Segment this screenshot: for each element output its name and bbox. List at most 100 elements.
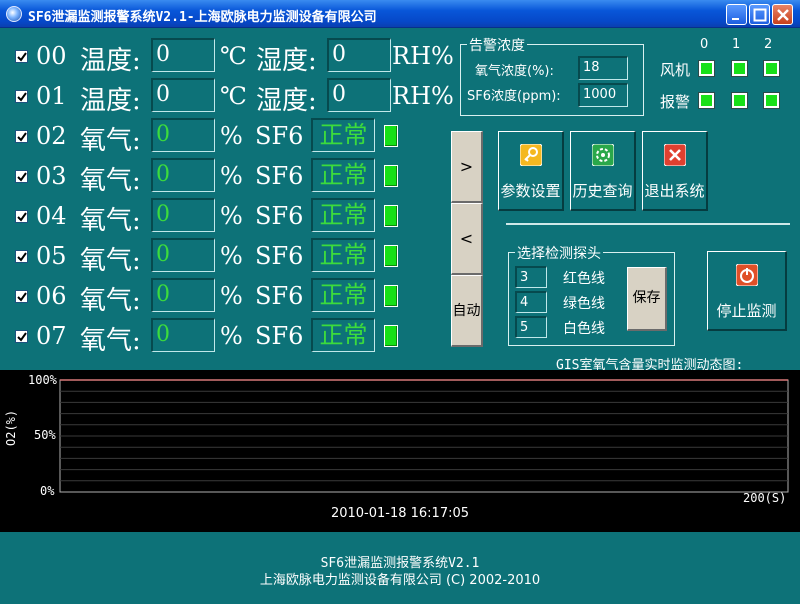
exit-button-label: 退出系统 xyxy=(644,182,705,200)
sensor-id: 01 xyxy=(36,82,67,110)
settings-button[interactable]: 参数设置 xyxy=(498,131,564,211)
probe-red-input[interactable]: 3 xyxy=(515,266,547,288)
sensor-04-checkbox[interactable] xyxy=(15,210,28,223)
sensor-row-03: 03 氧气: 0 % SF6 正常 xyxy=(0,158,450,196)
alarm-threshold-title: 告警浓度 xyxy=(467,35,527,55)
sf6-label: SF6 xyxy=(255,202,304,230)
sensor-00-checkbox[interactable] xyxy=(15,50,28,63)
sf6-label: SF6 xyxy=(255,122,304,150)
sf6-status-led xyxy=(384,325,398,347)
check-icon xyxy=(17,292,27,302)
sensor-03-checkbox[interactable] xyxy=(15,170,28,183)
sf6-status-led xyxy=(384,245,398,267)
check-icon xyxy=(17,252,27,262)
sf6-status: 正常 xyxy=(311,158,375,192)
history-icon xyxy=(591,144,614,166)
sf6-threshold-input[interactable]: 1000 xyxy=(578,83,628,107)
probe-red-label: 红色线 xyxy=(563,271,605,287)
channel-header-0: 0 xyxy=(700,37,709,52)
oxygen-label: 氧气: xyxy=(80,326,141,356)
probe-white-label: 白色线 xyxy=(563,321,605,337)
settings-button-label: 参数设置 xyxy=(500,182,561,200)
history-button[interactable]: 历史查询 xyxy=(570,131,636,211)
sf6-label: SF6 xyxy=(255,322,304,350)
x-end-label: 200(S) xyxy=(743,491,787,505)
probe-white-input[interactable]: 5 xyxy=(515,316,547,338)
title-bar: SF6泄漏监测报警系统V2.1-上海欧脉电力监测设备有限公司 xyxy=(0,0,800,28)
oxygen-unit: % xyxy=(220,242,243,270)
oxygen-label: 氧气: xyxy=(80,126,141,156)
sensor-row-06: 06 氧气: 0 % SF6 正常 xyxy=(0,278,450,316)
key-icon xyxy=(519,144,542,166)
sf6-label: SF6 xyxy=(255,162,304,190)
sensor-06-checkbox[interactable] xyxy=(15,290,28,303)
save-probe-button[interactable]: 保存 xyxy=(627,267,667,331)
alarm-threshold-group: 告警浓度 氧气浓度(%): 18 SF6浓度(ppm): 1000 xyxy=(460,35,644,116)
fan-led-1 xyxy=(732,61,747,76)
sensor-id: 02 xyxy=(36,122,67,150)
sensor-row-05: 05 氧气: 0 % SF6 正常 xyxy=(0,238,450,276)
divider xyxy=(506,223,790,225)
stop-monitoring-button[interactable]: 停止监测 xyxy=(707,251,787,331)
oxygen-label: 氧气: xyxy=(80,286,141,316)
alarm-led-1 xyxy=(732,93,747,108)
oxygen-label: 氧气: xyxy=(80,206,141,236)
temperature-label: 温度: xyxy=(80,86,141,116)
sf6-status: 正常 xyxy=(311,318,375,352)
sensor-id: 05 xyxy=(36,242,67,270)
footer-copyright: 上海欧脉电力监测设备有限公司 (C) 2002-2010 xyxy=(259,573,541,588)
sensor-02-checkbox[interactable] xyxy=(15,130,28,143)
sf6-status: 正常 xyxy=(311,278,375,312)
sf6-status-led xyxy=(384,125,398,147)
sf6-threshold-label: SF6浓度(ppm): xyxy=(467,89,561,104)
oxygen-value: 0 xyxy=(151,238,215,272)
stop-monitoring-label: 停止监测 xyxy=(716,302,777,320)
oxygen-unit: % xyxy=(220,162,243,190)
check-icon xyxy=(17,212,27,222)
close-button[interactable] xyxy=(772,4,793,25)
check-icon xyxy=(17,92,27,102)
sf6-label: SF6 xyxy=(255,242,304,270)
sensor-id: 04 xyxy=(36,202,67,230)
sensor-row-00: 00 温度: 0 ℃ 湿度: 0 RH% xyxy=(0,38,454,76)
auto-button[interactable]: 自动 xyxy=(451,275,483,347)
humidity-label: 湿度: xyxy=(256,46,317,76)
history-button-label: 历史查询 xyxy=(572,182,633,200)
humidity-label: 湿度: xyxy=(256,86,317,116)
probe-green-label: 绿色线 xyxy=(563,296,605,312)
close-icon xyxy=(777,9,789,21)
sensor-row-07: 07 氧气: 0 % SF6 正常 xyxy=(0,318,450,356)
temperature-value: 0 xyxy=(151,38,215,72)
close-icon xyxy=(663,144,686,166)
alarm-led-2 xyxy=(764,93,779,108)
maximize-button[interactable] xyxy=(749,4,770,25)
oxygen-value: 0 xyxy=(151,278,215,312)
fan-led-0 xyxy=(699,61,714,76)
sensor-id: 00 xyxy=(36,42,67,70)
sensor-id: 07 xyxy=(36,322,67,350)
sf6-status-led xyxy=(384,285,398,307)
oxygen-unit: % xyxy=(220,282,243,310)
oxygen-value: 0 xyxy=(151,158,215,192)
minimize-button[interactable] xyxy=(726,4,747,25)
oxygen-unit: % xyxy=(220,122,243,150)
oxygen-label: 氧气: xyxy=(80,166,141,196)
sensor-row-04: 04 氧气: 0 % SF6 正常 xyxy=(0,198,450,236)
maximize-icon xyxy=(753,8,767,22)
o2-threshold-input[interactable]: 18 xyxy=(578,56,628,80)
oxygen-unit: % xyxy=(220,202,243,230)
temperature-unit: ℃ xyxy=(220,42,247,70)
next-page-button[interactable]: > xyxy=(451,131,483,203)
exit-button[interactable]: 退出系统 xyxy=(642,131,708,211)
o2-chart: 100% 50% 0% O2(%) 200(S) 2010-01-18 16:1… xyxy=(0,370,800,532)
probe-green-input[interactable]: 4 xyxy=(515,291,547,313)
sensor-row-01: 01 温度: 0 ℃ 湿度: 0 RH% xyxy=(0,78,454,116)
sensor-05-checkbox[interactable] xyxy=(15,250,28,263)
power-icon xyxy=(735,264,758,286)
sensor-07-checkbox[interactable] xyxy=(15,330,28,343)
chart-timestamp: 2010-01-18 16:17:05 xyxy=(330,506,470,521)
prev-page-button[interactable]: < xyxy=(451,203,483,275)
sf6-label: SF6 xyxy=(255,282,304,310)
check-icon xyxy=(17,172,27,182)
sensor-01-checkbox[interactable] xyxy=(15,90,28,103)
